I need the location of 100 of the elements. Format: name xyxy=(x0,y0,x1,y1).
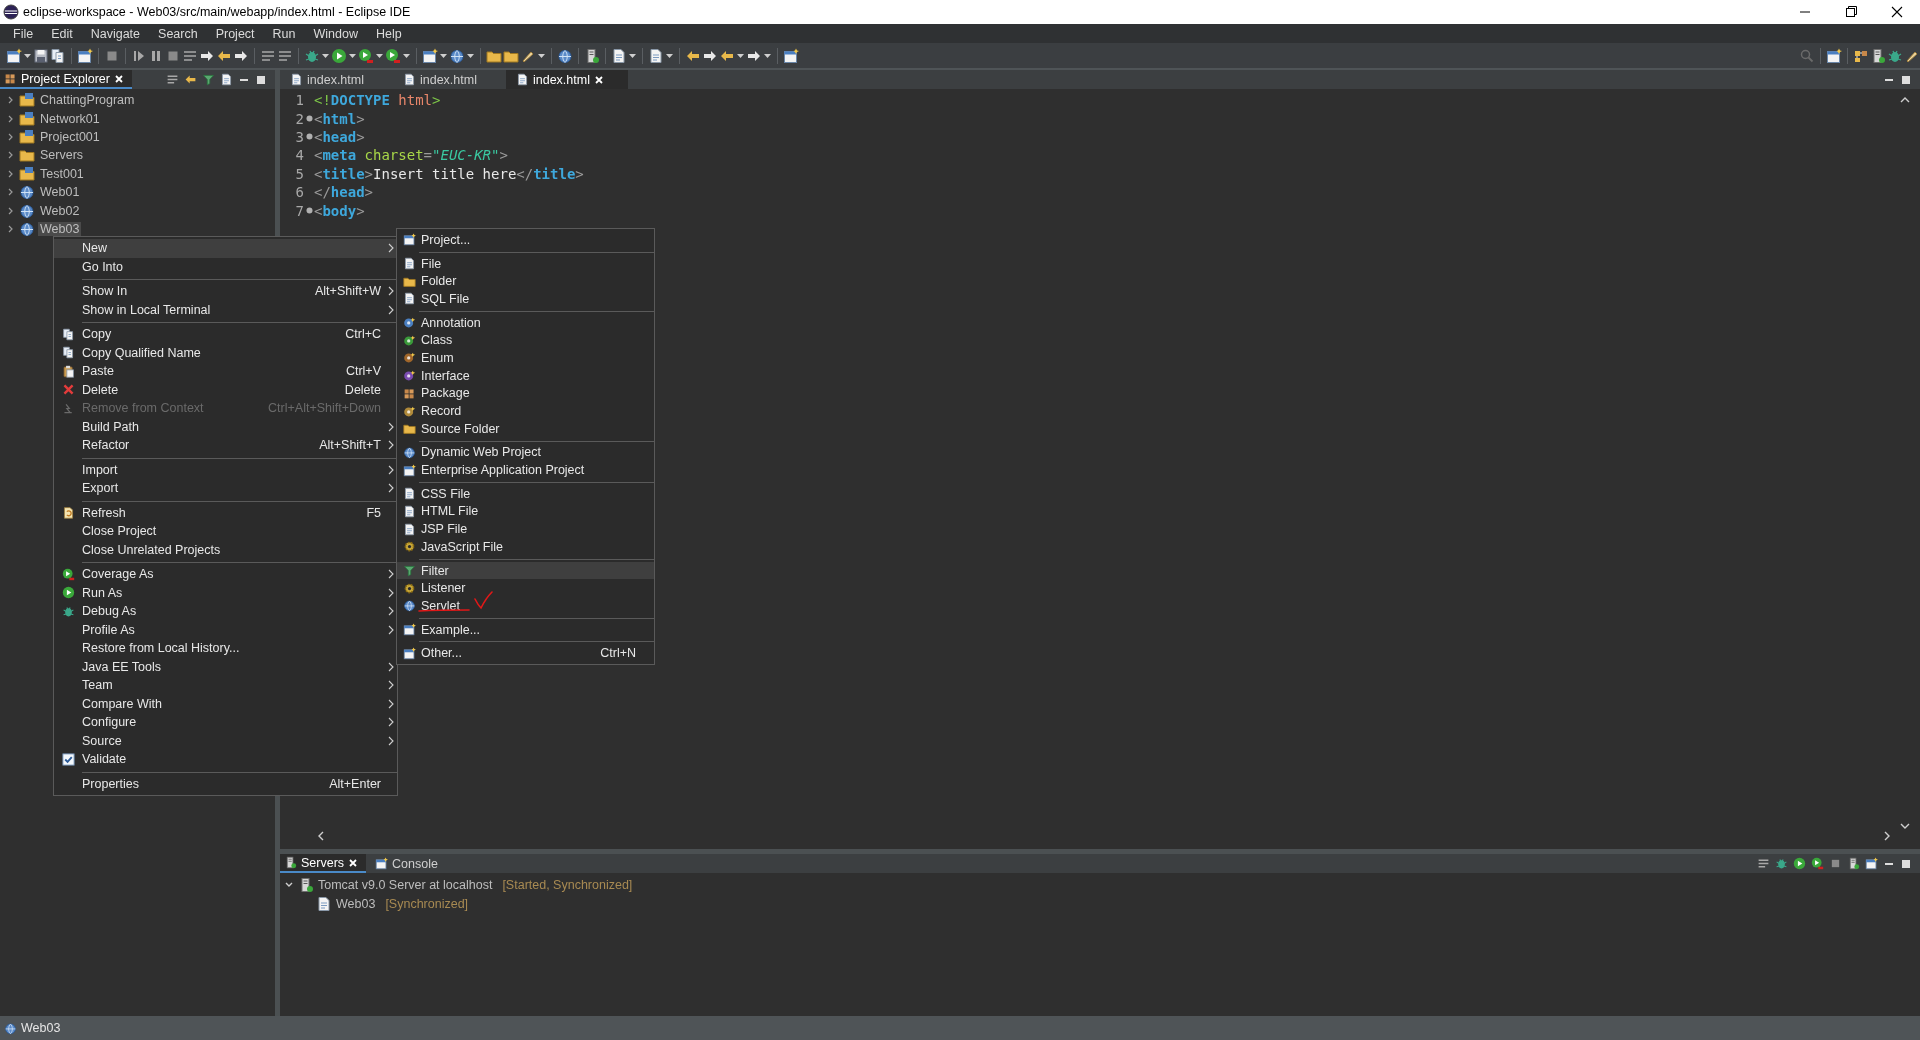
editor-tab[interactable]: index.html xyxy=(505,70,628,89)
menu-item[interactable]: Project xyxy=(206,24,264,43)
module-name[interactable]: Web03 xyxy=(336,896,376,911)
caret-icon[interactable] xyxy=(24,53,31,58)
menu-item[interactable]: Interface xyxy=(397,366,654,385)
circle-icon xyxy=(402,404,416,418)
menu-item[interactable]: Close Project xyxy=(54,522,397,541)
caret-icon[interactable] xyxy=(737,53,744,58)
menu-item[interactable]: Search xyxy=(149,24,207,43)
menu-item[interactable]: Delete Delete xyxy=(54,380,397,399)
menu-item[interactable]: Configure xyxy=(54,713,397,732)
view-tab[interactable]: Console xyxy=(371,854,446,873)
menu-item[interactable]: Listener xyxy=(397,579,654,598)
menu-item[interactable]: Example... xyxy=(397,620,654,639)
menu-item[interactable]: Enum xyxy=(397,349,654,367)
menu-item[interactable]: Filter xyxy=(397,561,654,580)
menu-item[interactable]: Build Path xyxy=(54,417,397,436)
tree-item[interactable]: Web02 xyxy=(38,203,82,218)
caret-icon[interactable] xyxy=(538,53,545,58)
menu-item[interactable]: Validate xyxy=(54,750,397,769)
menu-item[interactable]: Java EE Tools xyxy=(54,657,397,676)
menu-item[interactable]: Other... Ctrl+N xyxy=(397,644,654,663)
tree-item[interactable]: Project001 xyxy=(38,129,102,144)
menu-item[interactable]: Import xyxy=(54,460,397,479)
tree-item[interactable]: Servers xyxy=(38,148,86,163)
tree-item[interactable]: ChattingProgram xyxy=(38,93,137,108)
server-name[interactable]: Tomcat v9.0 Server at localhost xyxy=(318,878,493,893)
caret-icon[interactable] xyxy=(403,53,410,58)
fold-icon[interactable] xyxy=(305,115,313,123)
maximize-icon[interactable] xyxy=(1900,857,1912,870)
menu-item[interactable]: Coverage As xyxy=(54,565,397,584)
globe-icon xyxy=(19,184,35,201)
caret-icon[interactable] xyxy=(440,53,447,58)
caret-icon[interactable] xyxy=(467,53,474,58)
menu-item[interactable]: Package xyxy=(397,384,654,403)
menu-item[interactable]: JSP File xyxy=(397,520,654,538)
menu-item[interactable]: Refactor Alt+Shift+T xyxy=(54,436,397,455)
editor-tab[interactable]: index.html xyxy=(280,70,388,89)
caret-icon[interactable] xyxy=(349,53,356,58)
menu-item[interactable]: Run xyxy=(263,24,305,43)
menu-item[interactable]: Window xyxy=(304,24,367,43)
menu-item[interactable]: Restore from Local History... xyxy=(54,639,397,658)
menu-item[interactable]: Copy Ctrl+C xyxy=(54,325,397,344)
menu-item[interactable]: Paste Ctrl+V xyxy=(54,362,397,381)
menu-item[interactable]: Show In Alt+Shift+W xyxy=(54,282,397,301)
menu-item[interactable]: Enterprise Application Project xyxy=(397,461,654,479)
fold-icon[interactable] xyxy=(305,207,313,215)
caret-icon[interactable] xyxy=(376,53,383,58)
menu-item[interactable]: File xyxy=(397,254,654,273)
menu-item[interactable]: Compare With xyxy=(54,694,397,713)
tree-item[interactable]: Network01 xyxy=(38,111,102,126)
close-icon[interactable] xyxy=(113,73,124,84)
menu-item[interactable]: Navigate xyxy=(81,24,150,43)
menu-item[interactable]: Edit xyxy=(42,24,82,43)
caret-icon[interactable] xyxy=(666,53,673,58)
menu-item[interactable]: CSS File xyxy=(397,484,654,503)
menu-item[interactable]: Copy Qualified Name xyxy=(54,343,397,362)
window-icon xyxy=(402,463,416,477)
menu-item[interactable]: New xyxy=(54,239,397,258)
menu-item[interactable]: Record xyxy=(397,402,654,420)
menu-item[interactable]: Export xyxy=(54,479,397,498)
menu-item[interactable]: Source xyxy=(54,731,397,750)
menu-item[interactable]: Source Folder xyxy=(397,419,654,438)
window-icon xyxy=(77,47,93,64)
fold-icon[interactable] xyxy=(305,133,313,141)
menu-item[interactable]: SQL File xyxy=(397,290,654,308)
menu-item[interactable]: File xyxy=(4,24,43,43)
menu-item[interactable]: Help xyxy=(366,24,411,43)
menu-item[interactable]: Servlet xyxy=(397,597,654,615)
menu-item[interactable]: Annotation xyxy=(397,313,654,332)
menu-item[interactable]: Close Unrelated Projects xyxy=(54,540,397,559)
maximize-icon[interactable] xyxy=(255,73,267,86)
menu-item[interactable]: Debug As xyxy=(54,602,397,621)
arrow-left-icon xyxy=(184,73,197,86)
menu-item[interactable]: Refresh F5 xyxy=(54,503,397,522)
tree-item[interactable]: Web01 xyxy=(38,185,82,200)
menu-item[interactable]: Show in Local Terminal xyxy=(54,300,397,319)
menu-item[interactable]: HTML File xyxy=(397,502,654,521)
view-tab[interactable]: Project Explorer xyxy=(0,70,132,89)
code-line: <meta charset="EUC-KR"> xyxy=(314,147,508,164)
menu-item[interactable]: Team xyxy=(54,676,397,695)
menu-item[interactable]: Dynamic Web Project xyxy=(397,443,654,462)
menu-item[interactable]: Go Into xyxy=(54,257,397,276)
tree-item[interactable]: Web03 xyxy=(38,221,82,236)
menu-item[interactable]: Properties Alt+Enter xyxy=(54,774,397,793)
menu-item[interactable]: Class xyxy=(397,331,654,350)
menu-item[interactable]: JavaScript File xyxy=(397,538,654,556)
close-icon[interactable] xyxy=(593,74,604,85)
tree-item[interactable]: Test001 xyxy=(38,166,86,181)
menu-item[interactable]: Project... xyxy=(397,231,654,249)
close-icon[interactable] xyxy=(348,857,359,868)
caret-icon[interactable] xyxy=(322,53,329,58)
maximize-icon[interactable] xyxy=(1900,73,1912,86)
view-tab[interactable]: Servers xyxy=(280,854,367,873)
menu-item[interactable]: Run As xyxy=(54,583,397,602)
menu-item[interactable]: Folder xyxy=(397,272,654,291)
editor-tab[interactable]: index.html xyxy=(393,70,501,89)
caret-icon[interactable] xyxy=(764,53,771,58)
menu-item[interactable]: Profile As xyxy=(54,620,397,639)
caret-icon[interactable] xyxy=(629,53,636,58)
